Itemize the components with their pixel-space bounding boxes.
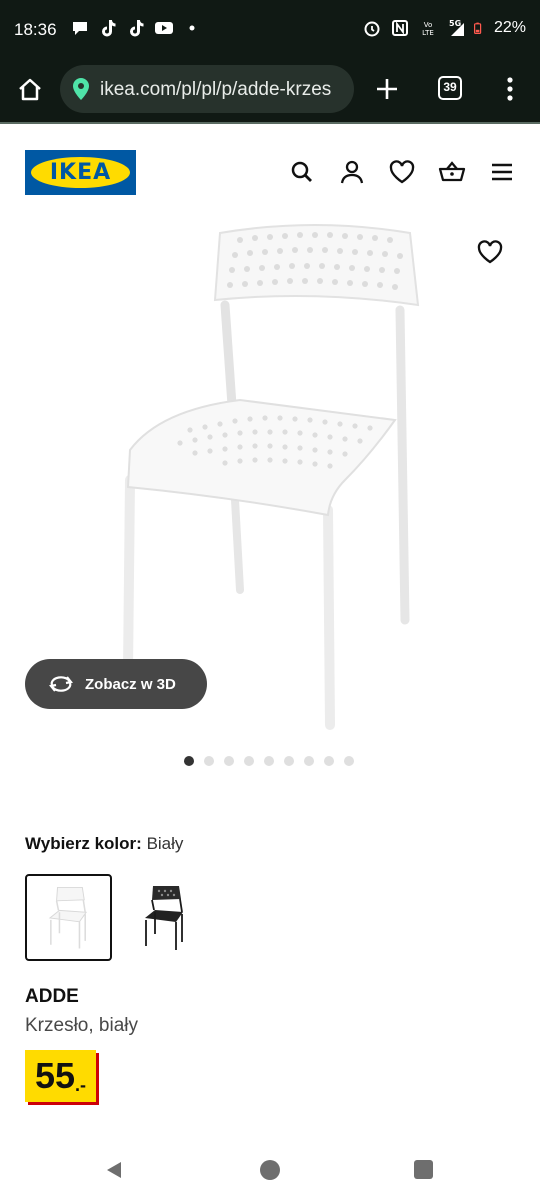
chat-bubble-icon [73, 22, 87, 35]
color-swatch-black[interactable] [119, 874, 206, 961]
search-icon[interactable] [288, 158, 316, 186]
gallery-dot[interactable] [204, 756, 214, 766]
account-icon[interactable] [338, 158, 366, 186]
new-tab-icon[interactable] [372, 74, 402, 104]
gallery-dot[interactable] [184, 756, 194, 766]
youtube-icon [155, 22, 173, 34]
product-image-chair[interactable] [100, 215, 440, 735]
hamburger-menu-icon[interactable] [488, 158, 516, 186]
color-label: Wybierz kolor: [25, 834, 142, 853]
volte-label-bottom: LTE [422, 29, 434, 37]
overflow-menu-icon[interactable] [500, 74, 520, 104]
gallery-dot[interactable] [244, 756, 254, 766]
color-selector-heading: Wybierz kolor: Biały [25, 834, 183, 854]
product-description: Krzesło, biały [25, 1015, 138, 1036]
address-bar[interactable]: ikea.com/pl/pl/p/adde-krzes [60, 65, 354, 113]
product-name: ADDE [25, 986, 79, 1007]
gallery-dot[interactable] [284, 756, 294, 766]
rotate-3d-icon [49, 676, 73, 692]
logo-oval: IKEA [31, 157, 130, 188]
battery-percentage: 22% [493, 19, 526, 36]
status-bar: 18:36 Vo LTE 5G 22% [0, 0, 540, 62]
location-pin-icon [73, 78, 89, 100]
system-icons: Vo LTE 5G 22% [362, 18, 526, 38]
price-integer: 55 [35, 1055, 76, 1096]
notification-icons [70, 18, 202, 38]
recent-apps-button[interactable] [414, 1160, 433, 1179]
tiktok-icon [130, 20, 144, 37]
color-value: Biały [146, 834, 184, 853]
alarm-icon [364, 21, 380, 37]
price-decimal: .- [75, 1075, 87, 1095]
view-in-3d-label: Zobacz w 3D [85, 675, 176, 693]
basket-icon[interactable] [438, 158, 466, 186]
dot-icon [189, 25, 195, 31]
back-icon[interactable] [104, 1160, 124, 1180]
white-chair-thumbnail [48, 886, 88, 949]
ikea-logo[interactable]: IKEA [25, 150, 136, 195]
heart-icon[interactable] [388, 158, 416, 186]
logo-text: IKEA [49, 160, 112, 185]
tiktok-icon [102, 20, 116, 37]
volte-label-top: Vo [424, 21, 433, 29]
nfc-icon [391, 20, 408, 36]
gallery-dot[interactable] [344, 756, 354, 766]
gallery-dot[interactable] [264, 756, 274, 766]
black-chair-thumbnail [145, 886, 183, 950]
browser-toolbar: ikea.com/pl/pl/p/adde-krzes 39 [0, 62, 540, 122]
signal-5g-icon: 5G [449, 19, 464, 36]
status-time: 18:36 [14, 20, 57, 39]
gallery-dot[interactable] [304, 756, 314, 766]
volte-icon: VoLTE [422, 21, 434, 37]
gallery-dot[interactable] [324, 756, 334, 766]
price-tag: 55 .- [25, 1050, 97, 1102]
color-swatch-white[interactable] [25, 874, 112, 961]
add-to-favorites-icon[interactable] [476, 238, 504, 266]
network-label: 5G [449, 19, 461, 28]
gallery-dot[interactable] [224, 756, 234, 766]
gallery-pagination[interactable] [184, 756, 354, 766]
battery-icon [473, 22, 482, 34]
toolbar-divider [0, 122, 540, 124]
tab-switcher-button[interactable]: 39 [438, 76, 462, 100]
view-in-3d-button[interactable]: Zobacz w 3D [25, 659, 207, 709]
home-button[interactable] [260, 1160, 280, 1180]
url-text[interactable]: ikea.com/pl/pl/p/adde-krzes [100, 79, 350, 101]
system-navigation-bar [0, 1140, 540, 1200]
home-icon[interactable] [16, 76, 44, 104]
